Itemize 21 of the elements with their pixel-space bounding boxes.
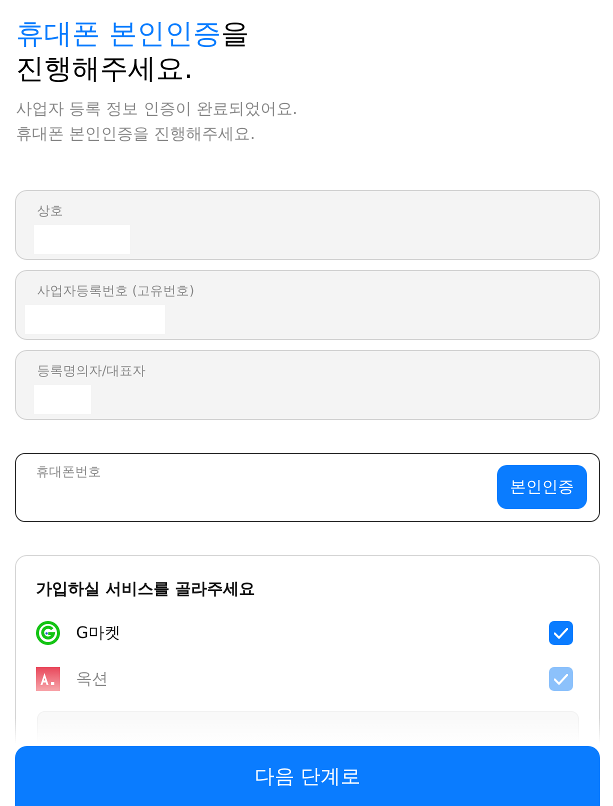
verify-button[interactable]: 본인인증 xyxy=(497,465,587,509)
checkmark-icon xyxy=(554,628,568,638)
service-name: 옥션 xyxy=(76,669,108,689)
phone-number-field[interactable]: 휴대폰번호 본인인증 xyxy=(15,453,600,522)
description-text: 사업자 등록 정보 인증이 완료되었어요. xyxy=(16,98,298,120)
input-field[interactable]: 사업자등록번호 (고유번호) xyxy=(15,270,600,340)
card-title: 가입하실 서비스를 골라주세요 xyxy=(36,578,256,600)
page-title: 휴대폰 본인인증을 진행해주세요. xyxy=(16,16,249,86)
field-label: 상호 xyxy=(37,204,63,220)
checkbox[interactable] xyxy=(549,621,573,645)
input-field[interactable]: 등록명의자/대표자 xyxy=(15,350,600,420)
service-name: G마켓 xyxy=(76,623,120,643)
field-label: 사업자등록번호 (고유번호) xyxy=(37,284,194,300)
ring-logo-icon xyxy=(36,621,60,645)
field-label: 등록명의자/대표자 xyxy=(37,364,146,380)
checkmark-icon xyxy=(554,674,568,684)
input-field[interactable]: 상호 xyxy=(15,190,600,260)
tile-logo-icon xyxy=(36,667,60,691)
next-step-button[interactable]: 다음 단계로 xyxy=(15,746,600,806)
field-label: 휴대폰번호 xyxy=(36,465,101,481)
description-text: 휴대폰 본인인증을 진행해주세요. xyxy=(16,123,256,145)
